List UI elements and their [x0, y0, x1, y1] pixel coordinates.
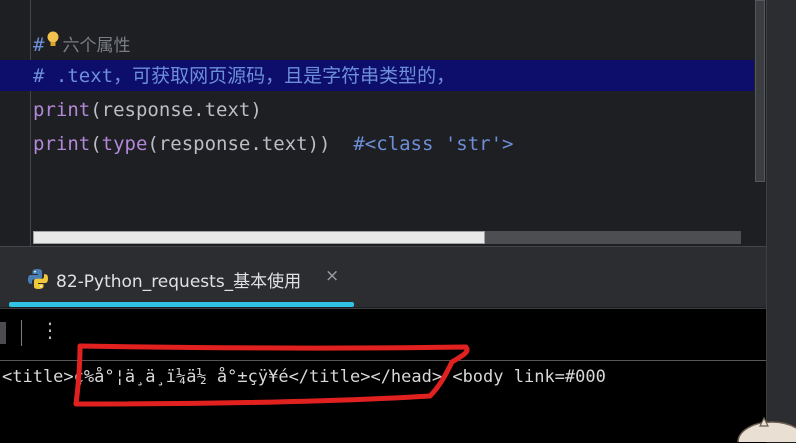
python-icon: [28, 269, 48, 289]
code-line-2[interactable]: # .text，可获取网页源码，且是字符串类型的，: [33, 61, 455, 91]
run-tab-label[interactable]: 82-Python_requests_基本使用: [56, 267, 301, 292]
avatar: [737, 416, 796, 442]
right-side-panel: [766, 0, 796, 442]
print-keyword: print: [33, 99, 91, 121]
print-args: (response.text): [90, 99, 262, 121]
type-keyword: type: [101, 133, 148, 155]
comment-text: 六个属性: [62, 36, 131, 56]
gutter-divider: [30, 0, 31, 246]
type-args: (response.text)): [147, 133, 354, 155]
open-paren: (: [90, 133, 102, 155]
lightbulb-icon[interactable]: [46, 31, 60, 48]
horizontal-scrollbar-thumb[interactable]: [33, 231, 485, 244]
code-line-4[interactable]: print(type(response.text)) #<class 'str'…: [33, 129, 513, 159]
more-options-icon[interactable]: ⋮: [40, 318, 60, 342]
print-keyword: print: [33, 133, 91, 155]
toolbar-partial-button[interactable]: [0, 322, 6, 344]
console-toolbar: [0, 308, 766, 361]
close-icon[interactable]: ×: [325, 266, 339, 286]
console-output-line: <title>ç%å°¦ä¸ä¸ï¼ä½ å°±çÿ¥é</title></he…: [2, 367, 606, 387]
active-tab-indicator: [9, 302, 354, 307]
toolbar-separator: [21, 320, 22, 346]
vertical-scrollbar-thumb[interactable]: [755, 0, 765, 182]
inline-comment: #<class 'str'>: [353, 133, 514, 155]
comment-hash: #: [33, 34, 45, 56]
code-line-3[interactable]: print(response.text): [33, 95, 262, 125]
